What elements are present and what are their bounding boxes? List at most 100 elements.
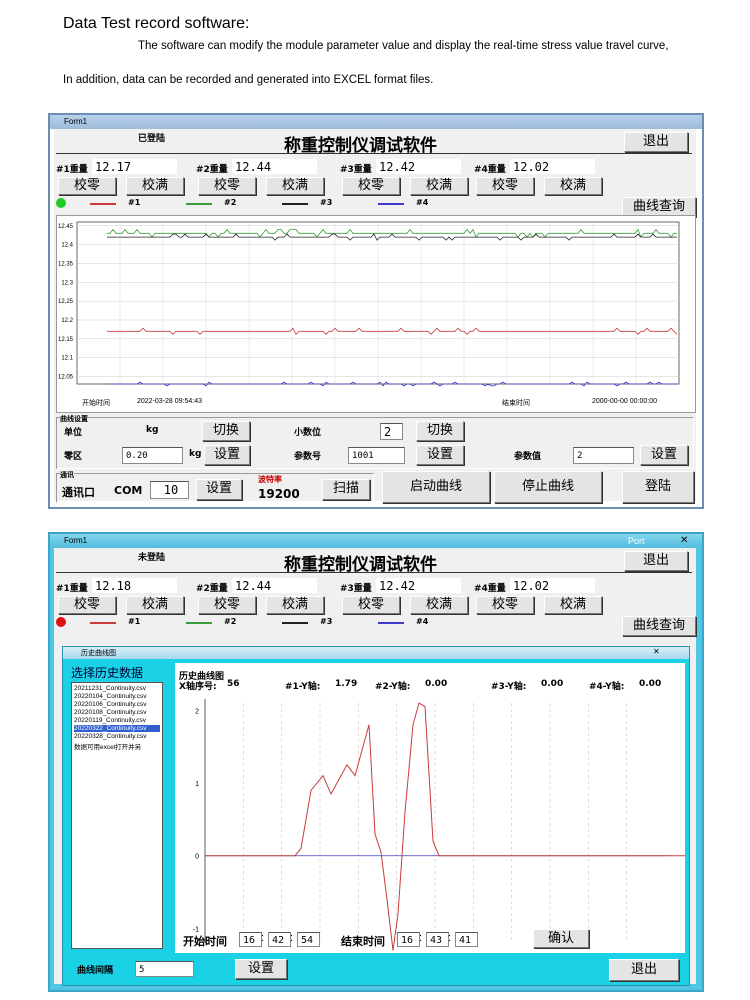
end-time-label: 结束时间	[341, 935, 385, 948]
window-1-titlebar: Form1	[50, 115, 702, 129]
y-tick-label: 12.45	[58, 224, 74, 230]
full-button-2[interactable]: 校满	[266, 596, 324, 614]
param-no-label: 参数号	[294, 452, 322, 462]
confirm-button[interactable]: 确认	[533, 929, 589, 948]
status-led-icon	[56, 198, 66, 208]
close-icon[interactable]: ✕	[653, 647, 660, 656]
unit-value: kg	[146, 425, 159, 435]
zero-zone-set-button[interactable]: 设置	[204, 445, 250, 465]
scan-button[interactable]: 扫描	[322, 479, 370, 500]
history-dialog: 历史曲线图 ✕ 选择历史数据 20211231_Continuity.csv 20…	[62, 646, 690, 986]
zero-button-3[interactable]: 校零	[342, 596, 400, 614]
weight-3-label: #3重量	[340, 584, 372, 594]
window-2: Form1 Port ✕ 未登陆 称重控制仪调试软件 退出 #1重量 12.18 校…	[48, 532, 704, 992]
curve-query-button[interactable]: 曲线查询	[622, 197, 696, 217]
weight-2-label: #2重量	[196, 165, 228, 175]
curve-settings-label: 曲线设置	[60, 414, 88, 424]
window-2-titlebar: Form1 Port ✕	[50, 534, 702, 548]
full-button-4[interactable]: 校满	[544, 177, 602, 195]
interval-set-button[interactable]: 设置	[235, 959, 287, 979]
colon: :	[448, 932, 452, 944]
history-file-item[interactable]: 20220119_Continuity.csv	[74, 717, 160, 724]
weight-2-value: 12.44	[232, 578, 317, 593]
close-icon[interactable]: ✕	[680, 534, 688, 548]
interval-input[interactable]: 5	[135, 961, 194, 977]
history-exit-button[interactable]: 退出	[609, 959, 679, 981]
weight-3-value: 12.42	[376, 159, 461, 174]
legend-swatch-3	[282, 622, 308, 624]
end-minute-input[interactable]: 43	[426, 932, 449, 947]
end-time-value: 2000-00-00 00:00:00	[592, 398, 657, 405]
start-minute-input[interactable]: 42	[268, 932, 291, 947]
colon: :	[290, 932, 294, 944]
history-dialog-titlebar: 历史曲线图 ✕	[63, 647, 689, 659]
full-button-3[interactable]: 校满	[410, 177, 468, 195]
end-second-input[interactable]: 41	[455, 932, 478, 947]
weight-4-value: 12.02	[510, 578, 595, 593]
start-hour-input[interactable]: 16	[239, 932, 262, 947]
divider	[56, 572, 692, 573]
unit-switch-button[interactable]: 切换	[202, 421, 250, 441]
history-file-item[interactable]: 20220322_Continuity.csv	[74, 725, 160, 732]
weight-2-label: #2重量	[196, 584, 228, 594]
full-button-3[interactable]: 校满	[410, 596, 468, 614]
comm-group-label: 通讯	[60, 470, 74, 480]
form-title: Form1	[64, 536, 88, 545]
weight-3-label: #3重量	[340, 165, 372, 175]
full-button-1[interactable]: 校满	[126, 177, 184, 195]
legend-label-1: #1	[128, 617, 141, 626]
y-tick-label: 12.15	[58, 337, 74, 343]
zero-button-1[interactable]: 校零	[58, 177, 116, 195]
intro-line1: The software can modify the module param…	[138, 40, 669, 52]
comm-set-button[interactable]: 设置	[196, 479, 242, 500]
full-button-4[interactable]: 校满	[544, 596, 602, 614]
history-file-list[interactable]: 20211231_Continuity.csv 20220104_Continui…	[71, 682, 163, 949]
stop-curve-button[interactable]: 停止曲线	[494, 471, 602, 503]
com-port-input[interactable]: 10	[150, 481, 189, 499]
y-tick-label: 12.1	[61, 356, 73, 362]
zero-button-4[interactable]: 校零	[476, 177, 534, 195]
y-tick-label: 12.25	[58, 299, 74, 305]
history-file-item[interactable]: 数据可用excel打开并另	[74, 741, 160, 751]
zero-zone-unit: kg	[189, 449, 202, 459]
colon: :	[261, 932, 265, 944]
port-tag: Port	[628, 536, 645, 546]
form-title: Form1	[64, 117, 88, 126]
zero-button-1[interactable]: 校零	[58, 596, 116, 614]
history-file-item[interactable]: 20220104_Continuity.csv	[74, 693, 160, 700]
exit-button[interactable]: 退出	[624, 551, 688, 571]
weight-3-value: 12.42	[376, 578, 461, 593]
window-1: Form1 已登陆 称重控制仪调试软件 退出 #1重量 12.17 校零 校满 #2重量…	[48, 113, 704, 509]
zero-button-2[interactable]: 校零	[198, 177, 256, 195]
history-file-item[interactable]: 20220108_Continuity.csv	[74, 709, 160, 716]
zero-button-3[interactable]: 校零	[342, 177, 400, 195]
weight-1-label: #1重量	[56, 584, 88, 594]
window-1-client: 已登陆 称重控制仪调试软件 退出 #1重量 12.17 校零 校满 #2重量 12.44 校…	[54, 129, 696, 503]
param-no-set-button[interactable]: 设置	[416, 445, 464, 465]
legend-label-4: #4	[416, 617, 429, 626]
param-value-input[interactable]: 2	[573, 447, 634, 464]
param-value-set-button[interactable]: 设置	[640, 445, 688, 465]
weight-4-label: #4重量	[474, 584, 506, 594]
start-second-input[interactable]: 54	[297, 932, 320, 947]
status-led-icon	[56, 617, 66, 627]
full-button-1[interactable]: 校满	[126, 596, 184, 614]
history-file-item[interactable]: 20220328_Continuity.csv	[74, 733, 160, 740]
login-button[interactable]: 登陆	[622, 471, 694, 503]
realtime-chart-panel: 12.45 12.4 12.35 12.3 12.25 12.2 12.15 12.1 12.0…	[56, 215, 696, 413]
full-button-2[interactable]: 校满	[266, 177, 324, 195]
start-curve-button[interactable]: 启动曲线	[382, 471, 490, 503]
history-file-item[interactable]: 20211231_Continuity.csv	[74, 685, 160, 692]
zero-zone-input[interactable]: 0.20	[122, 447, 183, 464]
decimal-switch-button[interactable]: 切换	[416, 421, 464, 441]
exit-button[interactable]: 退出	[624, 132, 688, 152]
history-file-item[interactable]: 20220106_Continuity.csv	[74, 701, 160, 708]
decimal-input[interactable]: 2	[380, 423, 403, 440]
end-hour-input[interactable]: 16	[397, 932, 420, 947]
zero-button-4[interactable]: 校零	[476, 596, 534, 614]
comm-port-label: 通讯口	[62, 486, 95, 499]
curve-query-button[interactable]: 曲线查询	[622, 616, 696, 636]
param-no-input[interactable]: 1001	[348, 447, 405, 464]
zero-button-2[interactable]: 校零	[198, 596, 256, 614]
weight-1-value: 12.17	[92, 159, 177, 174]
